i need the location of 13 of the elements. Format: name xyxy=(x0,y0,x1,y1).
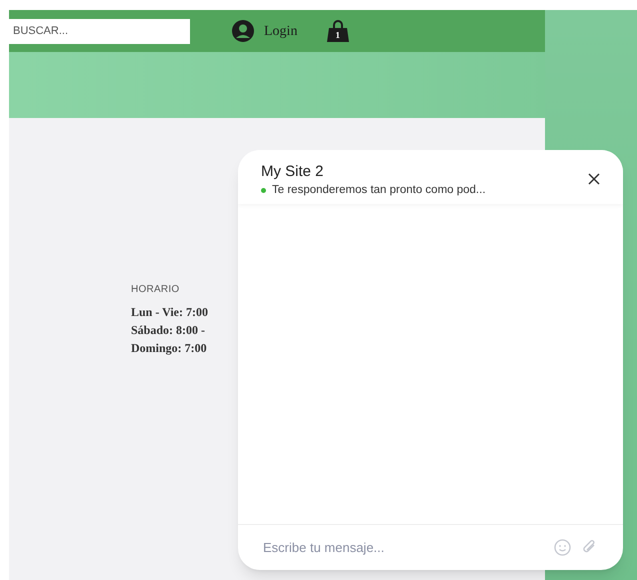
chat-title: My Site 2 xyxy=(261,163,325,181)
cart-count: 1 xyxy=(335,30,340,40)
hours-line: Domingo: 7:00 xyxy=(131,341,208,356)
message-field[interactable]: Escribe tu mensaje... xyxy=(263,538,544,558)
smiley-icon[interactable] xyxy=(554,539,571,556)
hours-line: Sábado: 8:00 - xyxy=(131,323,206,338)
hours-line: Lun - Vie: 7:00 xyxy=(131,305,210,320)
chat-status-text: Te responderemos tan pronto como pod... xyxy=(272,183,486,198)
search-field[interactable]: BUSCAR... xyxy=(9,18,190,44)
user-icon xyxy=(232,20,254,42)
hours-title: HORARIO xyxy=(131,283,180,297)
login-button[interactable]: Login xyxy=(264,20,298,42)
close-icon[interactable] xyxy=(588,173,600,185)
